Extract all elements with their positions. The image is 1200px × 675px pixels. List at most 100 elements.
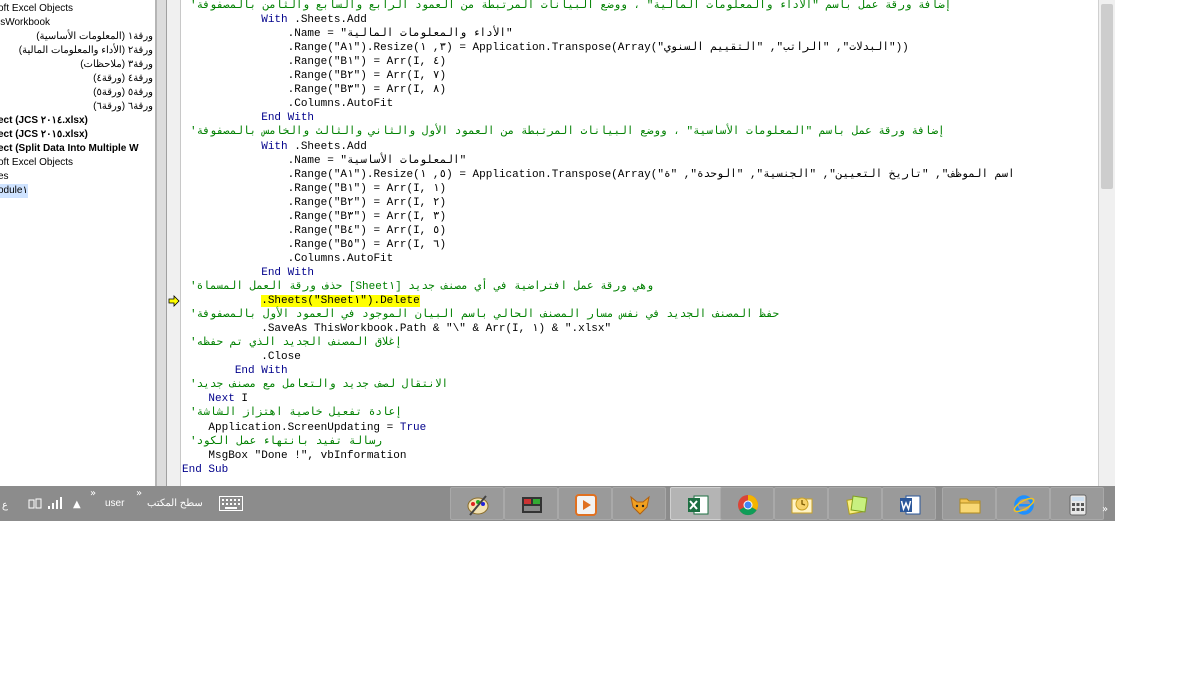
video-editor-button[interactable] [504,487,558,520]
code-comment-line[interactable]: 'الانتقال لصف جديد والتعامل مع مصنف جديد [190,378,448,392]
code-line[interactable]: .Range("B٥") = Arr(I, ٦) [182,238,447,252]
code-line[interactable]: .Name = "الأداء والمعلومات المالية" [182,27,513,41]
code-line[interactable]: MsgBox "Done !", vbInformation [182,449,406,463]
fox-app-button[interactable] [612,487,666,520]
highlighted-statement: .Sheets("Sheet١").Delete [261,295,420,308]
file-explorer-button[interactable] [942,487,996,520]
project-tree-item[interactable]: odule١ [0,184,28,198]
code-margin-indicator-bar[interactable] [167,0,181,486]
code-comment-line[interactable]: 'إضافة ورقة عمل باسم "المعلومات الأساسية… [190,125,945,139]
code-text: .Range("B١") = Arr(I, ١) [287,182,447,195]
current-statement-line[interactable]: .Sheets("Sheet١").Delete [182,294,420,308]
code-line[interactable]: .SaveAs ThisWorkbook.Path & "\" & Arr(I,… [182,322,611,336]
code-text: .Range("B٣") = Arr(I, ٣) [287,210,447,223]
file-explorer-icon [959,498,981,514]
project-tree-item[interactable]: ورقة٢ (الأداء والمعلومات المالية) [19,44,153,58]
code-line[interactable]: .Columns.AutoFit [182,252,394,266]
code-line[interactable]: .Range("B٢") = Arr(I, ٧) [182,69,447,83]
show-hidden-icons-arrow[interactable]: ▲ [73,499,81,511]
media-player-button[interactable] [558,487,612,520]
code-line[interactable]: Next I [182,392,248,406]
project-tree-item[interactable]: oft Excel Objects [0,2,73,16]
project-tree-item[interactable]: ورقة٤ (ورقة٤) [93,72,153,86]
code-line[interactable]: With .Sheets.Add [182,13,367,27]
project-tree-item[interactable]: ورقة٦ (ورقة٦) [93,100,153,114]
code-comment-line[interactable]: 'رسالة تفيد بانتهاء عمل الكود [190,435,382,449]
project-tree-item[interactable]: isWorkbook [0,16,50,30]
code-text: I [234,393,249,406]
code-line[interactable]: End With [182,111,314,125]
paint-app-button[interactable] [450,487,504,520]
code-line[interactable]: .Close [182,350,301,364]
project-tree-item[interactable]: ect (JCS ٢٠١٥.xlsx) [0,128,88,142]
code-line[interactable]: .Columns.AutoFit [182,97,394,111]
user-toolbar-chevron[interactable]: » [90,488,96,500]
internet-explorer-button[interactable] [996,487,1050,520]
scrollbar-thumb[interactable] [1101,4,1113,189]
code-keyword: With [261,140,288,153]
excel-button[interactable] [670,487,724,520]
code-comment-line[interactable]: 'حذف ورقة العمل المسماة [Sheet١] وهي ورق… [190,280,653,294]
touch-keyboard-icon[interactable] [219,496,243,511]
code-text: .Range("B٢") = Arr(I, ٢) [287,196,447,209]
code-keyword: True [399,421,427,434]
word-button[interactable] [882,487,936,520]
outlook-button[interactable] [774,487,828,520]
code-line[interactable]: .Range("B١") = Arr(I, ٤) [182,55,447,69]
code-line[interactable]: .Range("B٣") = Arr(I, ٨) [182,83,447,97]
fox-app-icon [630,495,650,515]
taskbar-overflow-chevron[interactable]: » [1102,504,1108,516]
execution-point-arrow-icon [168,295,180,307]
code-line[interactable]: End With [182,266,314,280]
code-comment-line[interactable]: 'حفظ المصنف الجديد في نفس مسار المصنف ال… [190,308,779,322]
code-vertical-scrollbar[interactable] [1098,0,1115,486]
project-tree-item[interactable]: ect (Split Data Into Multiple W [0,142,139,156]
code-line[interactable]: .Range("B٤") = Arr(I, ٥) [182,224,447,238]
code-comment-line[interactable]: 'إعادة تفعيل خاصية اهتزاز الشاشة [190,406,402,420]
project-tree-item[interactable]: oft Excel Objects [0,156,73,170]
code-editor[interactable]: 'إضافة ورقة عمل باسم "الأداء والمعلومات … [182,0,1098,486]
code-line[interactable]: .Range("B٣") = Arr(I, ٣) [182,210,447,224]
code-line[interactable]: .Range("A١").Resize(٥, ١) = Application.… [182,168,1015,182]
code-line[interactable]: Application.ScreenUpdating = True [182,421,426,435]
code-comment-line[interactable]: 'إغلاق المصنف الجديد الذي تم حفظه [190,336,402,350]
code-line[interactable]: End Sub [182,463,228,477]
project-tree-item[interactable]: ورقة١ (المعلومات الأساسية) [36,30,153,44]
code-line[interactable]: .Range("B٢") = Arr(I, ٢) [182,196,447,210]
desktop-toolbar-label[interactable]: سطح المكتب [147,497,203,511]
code-line[interactable]: .Range("B١") = Arr(I, ١) [182,182,447,196]
clock-fragment: ع [2,500,8,511]
internet-explorer-icon [1013,495,1035,515]
project-tree-item[interactable]: ورقة٥ (ورقة٥) [93,86,153,100]
excel-icon [688,495,709,515]
user-toolbar-label[interactable]: user [105,497,124,511]
code-line[interactable]: With .Sheets.Add [182,140,367,154]
code-text: .SaveAs ThisWorkbook.Path & "\" & Arr(I,… [261,323,612,336]
code-line[interactable]: .Name = "المعلومات الأساسية" [182,154,467,168]
code-comment-line[interactable]: 'إضافة ورقة عمل باسم "الأداء والمعلومات … [190,0,951,13]
code-line[interactable]: .Range("A١").Resize(٣, ١) = Application.… [182,41,909,55]
code-line[interactable]: End With [182,364,288,378]
desktop-toolbar-chevron[interactable]: » [136,488,142,500]
network-icon[interactable] [28,497,42,511]
project-tree-item[interactable]: ect (JCS ٢٠١٤.xlsx) [0,114,88,128]
project-tree-item[interactable]: es [0,170,9,184]
chrome-button[interactable] [720,487,774,520]
calculator-icon [1069,494,1087,516]
project-tree-item[interactable]: ورقة٣ (ملاحظات) [80,58,153,72]
pane-splitter[interactable] [157,0,167,486]
signal-strength-icon[interactable] [47,496,63,510]
sticky-notes-button[interactable] [828,487,882,520]
calculator-button[interactable] [1050,487,1104,520]
